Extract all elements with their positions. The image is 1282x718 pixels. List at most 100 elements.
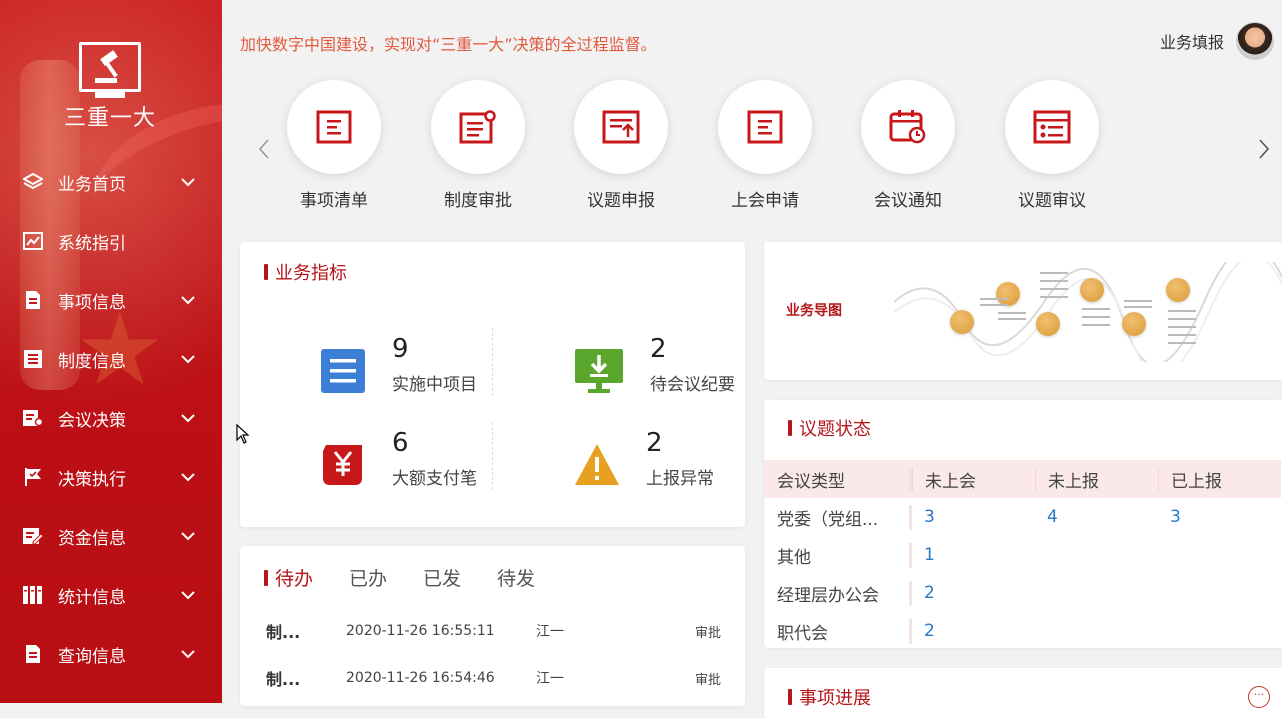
meeting-type: 职代会 xyxy=(764,618,912,644)
metric-label: 上报异常 xyxy=(646,469,714,489)
monitor-download-icon xyxy=(575,349,623,393)
document-icon xyxy=(22,643,44,665)
todo-time: 2020-11-26 16:55:11 xyxy=(346,623,495,639)
quick-link-topic-declaration[interactable]: 议题申报 xyxy=(571,80,671,211)
app-logo: 三重一大 xyxy=(60,42,160,132)
quick-link-label: 事项清单 xyxy=(300,191,368,211)
metrics-title: 业务指标 xyxy=(264,259,347,285)
count-link[interactable]: 2 xyxy=(912,583,1035,603)
sidebar-item-statistics[interactable]: 统计信息 xyxy=(0,575,222,615)
metric-large-payments[interactable]: 6 大额支付笔 xyxy=(320,426,477,489)
todo-action[interactable]: 审批 xyxy=(681,622,721,641)
table-header: 会议类型 未上会 未上报 已上报 xyxy=(764,460,1281,498)
quick-link-matter-list[interactable]: 事项清单 xyxy=(284,80,384,211)
table-row[interactable]: 制... 2020-11-26 16:55:11 江一 审批 xyxy=(266,619,721,643)
chevron-down-icon xyxy=(181,178,195,187)
metric-pending-minutes[interactable]: 2 待会议纪要 xyxy=(574,332,735,395)
calendar-clock-icon xyxy=(889,110,926,144)
metric-value: 2 xyxy=(646,428,663,458)
list-doc-icon xyxy=(316,110,352,144)
upload-doc-icon xyxy=(602,110,640,144)
divider xyxy=(492,328,493,396)
quick-link-label: 议题审议 xyxy=(1018,191,1086,211)
avatar[interactable] xyxy=(1236,22,1274,60)
todo-card: 待办 已办 已发 待发 制... 2020-11-26 16:55:11 江一 … xyxy=(240,546,745,706)
column-header: 未上会 xyxy=(912,466,1035,492)
tab-to-send[interactable]: 待发 xyxy=(497,564,535,591)
quick-link-meeting-notice[interactable]: 会议通知 xyxy=(858,80,958,211)
column-header: 已上报 xyxy=(1158,466,1281,492)
metric-report-exceptions[interactable]: 2 上报异常 xyxy=(574,426,714,489)
topic-status-title: 议题状态 xyxy=(788,415,871,441)
books-icon xyxy=(22,584,44,606)
document-icon xyxy=(22,289,44,311)
sidebar-item-guide[interactable]: 系统指引 xyxy=(0,221,222,261)
quick-link-topic-review[interactable]: 议题审议 xyxy=(1002,80,1102,211)
carousel-next-icon[interactable] xyxy=(1256,138,1272,160)
mouse-cursor-icon xyxy=(236,424,250,444)
sidebar-item-label: 决策执行 xyxy=(58,469,126,490)
progress-title: 事项进展 xyxy=(788,684,871,710)
metric-label: 实施中项目 xyxy=(392,375,477,395)
quick-link-meeting-request[interactable]: 上会申请 xyxy=(715,80,815,211)
business-flow-diagram xyxy=(894,262,1282,362)
chevron-down-icon xyxy=(181,532,195,541)
flag-icon xyxy=(22,466,44,488)
carousel-prev-icon[interactable] xyxy=(256,138,272,160)
quick-link-label: 制度审批 xyxy=(444,191,512,211)
business-map-card[interactable]: 业务导图 xyxy=(764,242,1282,380)
count-link[interactable]: 3 xyxy=(912,507,1035,527)
todo-user: 江一 xyxy=(536,671,564,687)
sidebar-item-matters[interactable]: 事项信息 xyxy=(0,280,222,320)
tab-sent[interactable]: 已发 xyxy=(423,564,461,591)
sidebar-item-regulations[interactable]: 制度信息 xyxy=(0,339,222,379)
metric-active-projects[interactable]: 9 实施中项目 xyxy=(320,332,477,395)
sidebar-item-meeting-decisions[interactable]: 会议决策 xyxy=(0,398,222,438)
meeting-type: 其他 xyxy=(764,542,912,568)
metric-label: 大额支付笔 xyxy=(392,469,477,489)
table-row: 经理层办公会 2 xyxy=(764,574,1281,612)
tab-done[interactable]: 已办 xyxy=(349,564,387,591)
list-icon xyxy=(321,349,365,393)
chevron-down-icon xyxy=(181,473,195,482)
checklist-icon xyxy=(1033,110,1071,144)
sidebar-item-execution[interactable]: 决策执行 xyxy=(0,457,222,497)
sidebar-item-label: 系统指引 xyxy=(58,233,126,254)
user-menu[interactable]: 业务填报 xyxy=(1160,22,1274,60)
todo-action[interactable]: 审批 xyxy=(681,669,721,688)
todo-title[interactable]: 制... xyxy=(266,666,346,690)
todo-time: 2020-11-26 16:54:46 xyxy=(346,670,495,686)
more-icon[interactable]: ··· xyxy=(1248,686,1270,708)
sidebar-item-query[interactable]: 查询信息 xyxy=(0,634,222,674)
metrics-card: 业务指标 9 实施中项目 2 待会议纪要 6 大额支付笔 2 上报异常 xyxy=(240,242,745,527)
chevron-down-icon xyxy=(181,591,195,600)
user-role-label: 业务填报 xyxy=(1159,33,1224,52)
meeting-icon xyxy=(22,407,44,429)
count-link[interactable]: 1 xyxy=(912,545,1035,565)
main-content: 加快数字中国建设，实现对“三重一大”决策的全过程监督。 业务填报 事项清单 制度… xyxy=(222,0,1282,718)
table-row: 其他 1 xyxy=(764,536,1281,574)
sidebar-item-funds[interactable]: 资金信息 xyxy=(0,516,222,556)
sidebar-item-home[interactable]: 业务首页 xyxy=(0,162,222,202)
quick-link-regulation-approval[interactable]: 制度审批 xyxy=(428,80,528,211)
table-row[interactable]: 制... 2020-11-26 16:54:46 江一 审批 xyxy=(266,666,721,690)
topic-status-table: 会议类型 未上会 未上报 已上报 党委（党组... 3 4 3 其他 1 经理层… xyxy=(764,460,1281,650)
tab-todo[interactable]: 待办 xyxy=(264,564,313,591)
sidebar-item-label: 会议决策 xyxy=(58,410,126,431)
meeting-type: 经理层办公会 xyxy=(764,580,912,606)
sidebar: ★ 三重一大 业务首页 系统指引 事项信息 制度信息 会议决策 决策执行 资金信 xyxy=(0,0,222,703)
table-row: 职代会 2 xyxy=(764,612,1281,650)
edit-icon xyxy=(22,525,44,547)
count-link[interactable]: 2 xyxy=(912,621,1035,641)
column-header: 未上报 xyxy=(1035,466,1158,492)
count-link[interactable]: 3 xyxy=(1158,507,1281,527)
approval-doc-icon xyxy=(459,110,496,144)
chevron-down-icon xyxy=(181,296,195,305)
slogan-text: 加快数字中国建设，实现对“三重一大”决策的全过程监督。 xyxy=(240,35,657,54)
todo-user: 江一 xyxy=(536,624,564,640)
layers-icon xyxy=(22,171,44,193)
todo-title[interactable]: 制... xyxy=(266,619,346,643)
count-link[interactable]: 4 xyxy=(1035,507,1158,527)
column-header: 会议类型 xyxy=(764,466,912,492)
quick-link-label: 议题申报 xyxy=(587,191,655,211)
